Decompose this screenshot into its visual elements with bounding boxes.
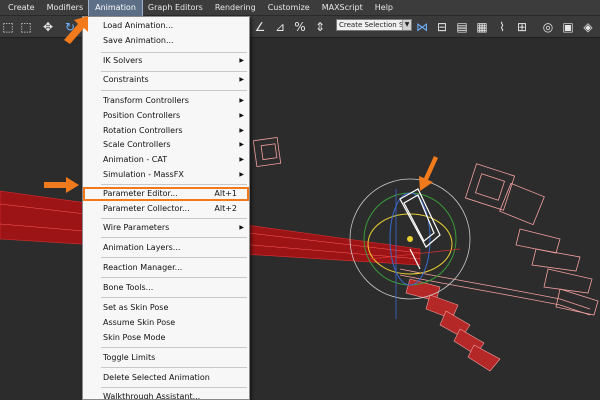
menuitem-shortcut: Alt+1: [214, 189, 237, 198]
menu-separator: [101, 52, 247, 53]
menuitem-label: Parameter Collector...: [103, 204, 190, 213]
menuitem-label: Simulation - MassFX: [103, 170, 184, 179]
menuitem-label: Set as Skin Pose: [103, 303, 169, 312]
menuitem-label: IK Solvers: [103, 56, 143, 65]
arrow-to-animation-menu-icon: [64, 16, 88, 44]
submenu-arrow-icon: ▶: [239, 141, 244, 148]
submenu-arrow-icon: ▶: [239, 171, 244, 178]
menuitem-label: Constraints: [103, 75, 149, 84]
menuitem-label: Bone Tools...: [103, 283, 154, 292]
chevron-down-icon: ▼: [402, 20, 411, 30]
layer-manager-icon[interactable]: ▤: [454, 19, 470, 35]
menuitem-rotation-controllers[interactable]: Rotation Controllers ▶: [83, 124, 249, 137]
menuitem-load-animation[interactable]: Load Animation...: [83, 19, 249, 32]
menuitem-shortcut: Alt+2: [214, 204, 237, 213]
submenu-arrow-icon: ▶: [239, 57, 244, 64]
menuitem-label: Skin Pose Mode: [103, 333, 166, 342]
menuitem-label: Delete Selected Animation: [103, 373, 210, 382]
menu-separator: [101, 184, 247, 185]
menu-separator: [101, 277, 247, 278]
angle-snap-icon[interactable]: ⊿: [272, 19, 288, 35]
menuitem-label: Scale Controllers: [103, 140, 171, 149]
menuitem-label: Toggle Limits: [103, 353, 156, 362]
menu-separator: [101, 297, 247, 298]
menuitem-skin-pose-mode[interactable]: Skin Pose Mode: [83, 331, 249, 344]
menuitem-animation-layers[interactable]: Animation Layers...: [83, 241, 249, 254]
menuitem-label: Position Controllers: [103, 111, 181, 120]
gizmo-center: [407, 236, 413, 242]
menuitem-parameter-editor[interactable]: Parameter Editor... Alt+1: [83, 187, 249, 201]
menuitem-toggle-limits[interactable]: Toggle Limits: [83, 351, 249, 364]
align-icon[interactable]: ⊟: [434, 19, 450, 35]
menuitem-label: Animation - CAT: [103, 155, 168, 164]
menuitem-label: Rotation Controllers: [103, 126, 183, 135]
menu-separator: [101, 90, 247, 91]
menuitem-label: Load Animation...: [103, 21, 174, 30]
menu-separator: [101, 237, 247, 238]
menu-create[interactable]: Create: [2, 0, 41, 16]
submenu-arrow-icon: ▶: [239, 156, 244, 163]
menu-rendering[interactable]: Rendering: [209, 0, 262, 16]
ribbon-icon[interactable]: ▦: [474, 19, 490, 35]
menu-separator: [101, 71, 247, 72]
menu-animation[interactable]: Animation: [88, 0, 143, 17]
menuitem-label: Assume Skin Pose: [103, 318, 176, 327]
menu-maxscript[interactable]: MAXScript: [316, 0, 369, 16]
arrow-to-selected-bone-icon: [419, 156, 438, 191]
menuitem-assume-skin-pose[interactable]: Assume Skin Pose: [83, 316, 249, 329]
menuitem-position-controllers[interactable]: Position Controllers ▶: [83, 109, 249, 122]
menuitem-label: Animation Layers...: [103, 243, 181, 252]
render-frame-icon[interactable]: ◈: [580, 19, 596, 35]
submenu-arrow-icon: ▶: [239, 112, 244, 119]
schematic-view-icon[interactable]: ⊞: [514, 19, 530, 35]
selection-set-dropdown[interactable]: Create Selection Se ▼: [336, 19, 412, 31]
arrow-to-parameter-editor-icon: [44, 177, 79, 193]
menuitem-label: Reaction Manager...: [103, 263, 183, 272]
menuitem-label: Transform Controllers: [103, 96, 189, 105]
menuitem-wire-parameters[interactable]: Wire Parameters ▶: [83, 221, 249, 234]
menu-separator: [101, 347, 247, 348]
submenu-arrow-icon: ▶: [239, 76, 244, 83]
menuitem-constraints[interactable]: Constraints ▶: [83, 73, 249, 86]
menuitem-reaction-manager[interactable]: Reaction Manager...: [83, 261, 249, 274]
menu-graph-editors[interactable]: Graph Editors: [142, 0, 209, 16]
menuitem-label: Parameter Editor...: [103, 189, 178, 198]
menuitem-save-animation[interactable]: Save Animation...: [83, 34, 249, 47]
spinner-snap-icon[interactable]: ⇕: [312, 19, 328, 35]
curve-editor-icon[interactable]: ⌇: [494, 19, 510, 35]
select-region-icon[interactable]: ⬚: [0, 19, 16, 35]
submenu-arrow-icon: ▶: [239, 97, 244, 104]
menuitem-parameter-collector[interactable]: Parameter Collector... Alt+2: [83, 202, 249, 215]
red-bone-chain: [405, 278, 501, 372]
menuitem-simulation-massfx[interactable]: Simulation - MassFX ▶: [83, 168, 249, 181]
mirror-icon[interactable]: ⋈: [414, 19, 430, 35]
menuitem-animation-cat[interactable]: Animation - CAT ▶: [83, 153, 249, 166]
menu-separator: [101, 387, 247, 388]
window-crossing-icon[interactable]: ⬚: [18, 19, 34, 35]
menuitem-label: Walkthrough Assistant...: [103, 392, 201, 400]
snap-toggle-icon[interactable]: ∠: [252, 19, 268, 35]
menuitem-transform-controllers[interactable]: Transform Controllers ▶: [83, 94, 249, 107]
select-move-icon[interactable]: ✥: [40, 19, 56, 35]
menu-separator: [101, 218, 247, 219]
menuitem-ik-solvers[interactable]: IK Solvers ▶: [83, 54, 249, 67]
selection-set-value: Create Selection Se: [339, 21, 408, 29]
submenu-arrow-icon: ▶: [239, 127, 244, 134]
menu-separator: [101, 257, 247, 258]
menuitem-bone-tools[interactable]: Bone Tools...: [83, 281, 249, 294]
material-editor-icon[interactable]: ◎: [540, 19, 556, 35]
submenu-arrow-icon: ▶: [239, 224, 244, 231]
menuitem-label: Save Animation...: [103, 36, 174, 45]
menuitem-label: Wire Parameters: [103, 223, 170, 232]
menuitem-set-as-skin-pose[interactable]: Set as Skin Pose: [83, 301, 249, 314]
render-setup-icon[interactable]: ▣: [560, 19, 576, 35]
menuitem-walkthrough-assistant[interactable]: Walkthrough Assistant...: [83, 390, 249, 400]
animation-dropdown-menu: Load Animation... Save Animation... IK S…: [82, 16, 250, 400]
menuitem-scale-controllers[interactable]: Scale Controllers ▶: [83, 138, 249, 151]
percent-snap-icon[interactable]: %: [292, 19, 308, 35]
menuitem-delete-selected-animation[interactable]: Delete Selected Animation: [83, 371, 249, 384]
menu-customize[interactable]: Customize: [262, 0, 316, 16]
menu-separator: [101, 367, 247, 368]
menu-help[interactable]: Help: [369, 0, 399, 16]
